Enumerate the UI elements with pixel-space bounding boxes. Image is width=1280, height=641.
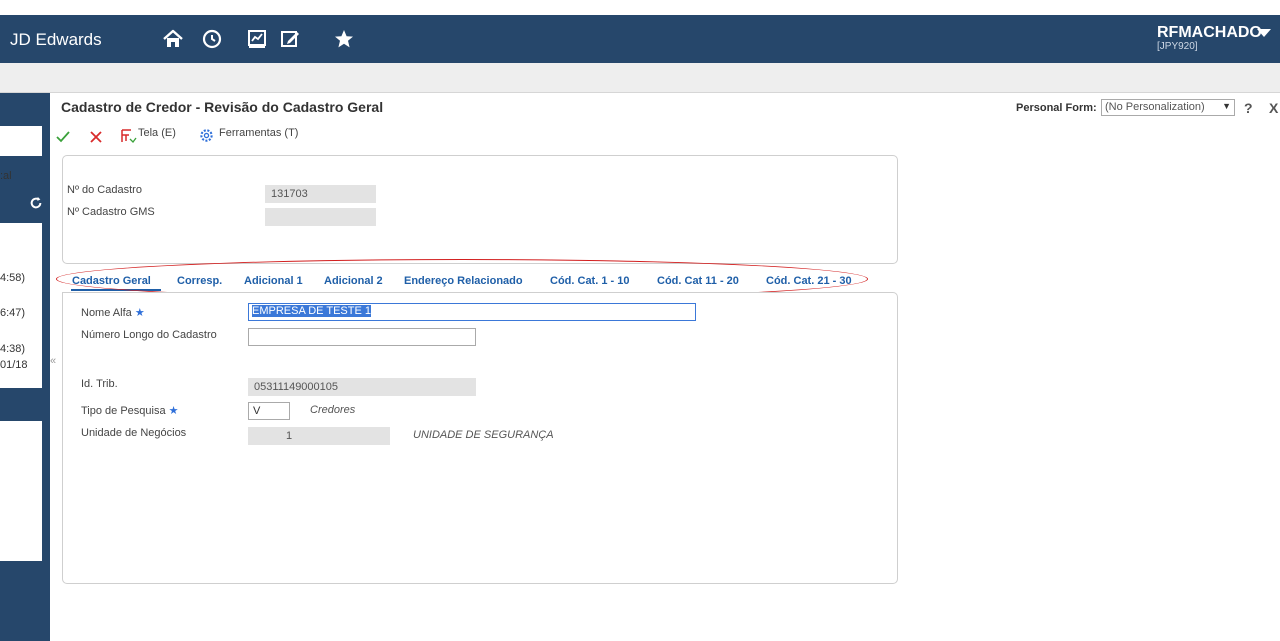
- tela-menu[interactable]: Tela (E): [138, 127, 176, 139]
- nome-alfa-value: EMPRESA DE TESTE 1: [252, 305, 372, 317]
- watchlist-icon[interactable]: [245, 27, 269, 51]
- chevron-down-icon: ▼: [1222, 101, 1231, 111]
- cadastro-label: Nº do Cadastro: [67, 184, 142, 196]
- brand-title: JD Edwards: [10, 30, 102, 49]
- required-star-icon: ★: [134, 307, 145, 319]
- unidade-description: UNIDADE DE SEGURANÇA: [413, 429, 554, 441]
- personal-form-value: (No Personalization): [1105, 101, 1205, 113]
- ferramentas-menu[interactable]: Ferramentas (T): [219, 127, 298, 139]
- left-panel-item[interactable]: 4:38): [0, 343, 25, 355]
- unidade-field[interactable]: 1: [248, 427, 390, 445]
- form-title: Cadastro de Credor - Revisão do Cadastro…: [61, 99, 384, 115]
- app-header: JD Edwards RFMACHADO [JPY920]: [0, 15, 1280, 63]
- left-panel-lower: [0, 421, 42, 561]
- gms-field[interactable]: [265, 208, 376, 226]
- gear-icon[interactable]: [199, 128, 214, 143]
- id-trib-field[interactable]: 05311149000105: [248, 378, 476, 396]
- numero-longo-label: Número Longo do Cadastro: [81, 329, 217, 341]
- cancel-x-icon[interactable]: [88, 129, 104, 145]
- favorites-star-icon[interactable]: [332, 27, 356, 51]
- help-icon[interactable]: ?: [1244, 100, 1253, 116]
- gms-label: Nº Cadastro GMS: [67, 206, 155, 218]
- header-fields-card: [62, 155, 898, 264]
- recent-items-icon[interactable]: [200, 27, 224, 51]
- top-strip: [0, 0, 1280, 15]
- ok-check-icon[interactable]: [55, 129, 71, 145]
- tipo-pesquisa-description: Credores: [310, 404, 356, 416]
- cadastro-field[interactable]: 131703: [265, 185, 376, 203]
- close-icon[interactable]: X: [1269, 100, 1278, 116]
- user-menu[interactable]: RFMACHADO [JPY920]: [1157, 24, 1262, 52]
- user-menu-caret-icon[interactable]: [1257, 29, 1271, 37]
- screen-menu-icon[interactable]: [119, 128, 137, 144]
- edit-icon[interactable]: [278, 27, 302, 51]
- personal-form-label: Personal Form:: [1016, 102, 1097, 114]
- sub-toolbar: [0, 63, 1280, 93]
- left-panel-item[interactable]: 6:47): [0, 307, 25, 319]
- left-panel-item[interactable]: :al: [0, 170, 12, 182]
- left-panel-top-box: [0, 126, 42, 157]
- collapse-panel-icon[interactable]: «: [50, 355, 56, 367]
- tipo-pesquisa-field[interactable]: V: [248, 402, 290, 420]
- left-panel-item[interactable]: 01/18: [0, 359, 28, 371]
- refresh-icon[interactable]: [29, 196, 43, 210]
- nome-alfa-label: Nome Alfa ★: [81, 307, 145, 319]
- user-name: RFMACHADO: [1157, 24, 1262, 41]
- personal-form-select[interactable]: (No Personalization) ▼: [1101, 99, 1235, 116]
- unidade-label: Unidade de Negócios: [81, 427, 187, 439]
- home-icon[interactable]: [161, 27, 185, 51]
- nome-alfa-field[interactable]: EMPRESA DE TESTE 1: [248, 303, 696, 321]
- left-panel-item[interactable]: 4:58): [0, 272, 25, 284]
- required-star-icon: ★: [168, 405, 179, 417]
- tipo-pesquisa-label: Tipo de Pesquisa ★: [81, 405, 179, 417]
- id-trib-label: Id. Trib.: [81, 378, 118, 390]
- numero-longo-field[interactable]: [248, 328, 476, 346]
- user-environment: [JPY920]: [1157, 41, 1198, 52]
